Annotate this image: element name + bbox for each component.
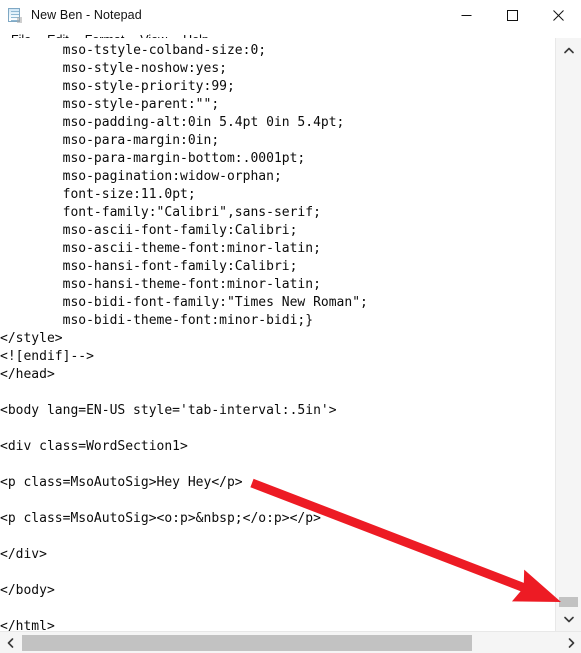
notepad-window: New Ben - Notepad File Edit <box>0 0 581 653</box>
chevron-up-icon <box>563 47 574 53</box>
minimize-icon <box>461 14 471 16</box>
maximize-icon <box>506 9 518 21</box>
horizontal-scrollbar[interactable] <box>0 631 581 653</box>
scroll-left-button[interactable] <box>0 632 20 653</box>
notepad-document-icon <box>7 7 23 23</box>
chevron-down-icon <box>563 616 574 622</box>
horizontal-scroll-thumb[interactable] <box>22 635 472 651</box>
title-bar-left: New Ben - Notepad <box>0 7 443 23</box>
text-editor-area[interactable]: mso-tstyle-colband-size:0; mso-style-nos… <box>0 38 555 631</box>
window-title: New Ben - Notepad <box>31 8 142 22</box>
editor-text-content[interactable]: mso-tstyle-colband-size:0; mso-style-nos… <box>0 42 368 631</box>
vertical-scrollbar[interactable] <box>555 38 581 631</box>
scroll-right-button[interactable] <box>561 632 581 653</box>
minimize-button[interactable] <box>443 0 489 30</box>
scroll-down-button[interactable] <box>556 607 581 631</box>
chevron-left-icon <box>7 637 13 648</box>
window-controls <box>443 0 581 30</box>
editor-client-area: mso-tstyle-colband-size:0; mso-style-nos… <box>0 38 581 653</box>
close-icon <box>552 9 564 21</box>
maximize-button[interactable] <box>489 0 535 30</box>
title-bar: New Ben - Notepad <box>0 0 581 30</box>
chevron-right-icon <box>568 637 574 648</box>
scroll-up-button[interactable] <box>556 38 581 62</box>
close-button[interactable] <box>535 0 581 30</box>
